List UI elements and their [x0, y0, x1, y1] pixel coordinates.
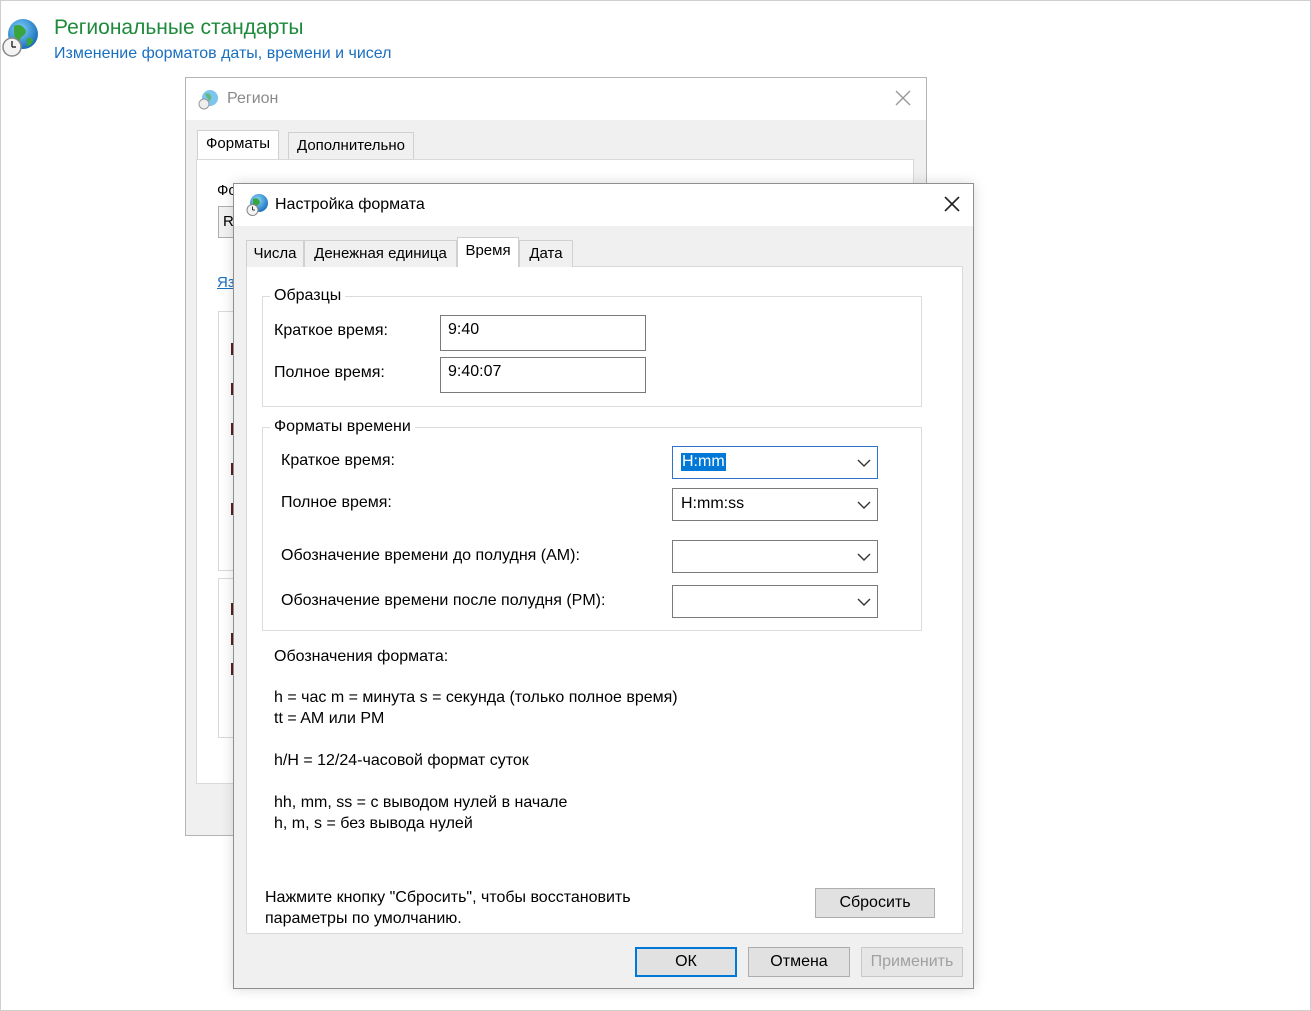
pm-symbol-select[interactable]	[672, 585, 878, 618]
sample-long-time-field: 9:40:07	[440, 357, 646, 393]
tab-numbers[interactable]: Числа	[246, 240, 304, 267]
tab-date[interactable]: Дата	[519, 240, 573, 267]
chevron-down-icon	[857, 501, 871, 509]
long-time-format-label: Полное время:	[281, 494, 392, 511]
long-time-format-select[interactable]: H:mm:ss	[672, 488, 878, 521]
globe-icon	[246, 194, 268, 216]
region-window-title: Регион	[227, 90, 279, 107]
short-time-format-label: Краткое время:	[281, 452, 395, 469]
am-symbol-label: Обозначение времени до полудня (AM):	[281, 547, 580, 564]
reset-button[interactable]: Сбросить	[815, 888, 935, 918]
notation-line: h/H = 12/24-часовой формат суток	[274, 752, 529, 769]
short-time-format-value: H:mm	[681, 453, 726, 471]
notation-line: h = час m = минута s = секунда (только п…	[274, 689, 678, 706]
globe-clock-icon	[2, 19, 38, 57]
short-time-format-select[interactable]: H:mm	[672, 446, 878, 479]
ok-button[interactable]: ОК	[635, 947, 737, 977]
page-subtitle-link[interactable]: Изменение форматов даты, времени и чисел	[54, 45, 391, 63]
notation-heading: Обозначения формата:	[274, 648, 449, 665]
page-title: Региональные стандарты	[54, 16, 304, 39]
dialog-title: Настройка формата	[275, 196, 425, 213]
samples-legend: Образцы	[270, 287, 346, 305]
pm-symbol-label: Обозначение времени после полудня (PM):	[281, 592, 606, 609]
close-icon[interactable]	[941, 193, 963, 215]
reset-hint: Нажмите кнопку "Сбросить", чтобы восстан…	[265, 889, 631, 906]
am-symbol-select[interactable]	[672, 540, 878, 573]
close-icon[interactable]	[892, 87, 914, 109]
tab-currency[interactable]: Денежная единица	[304, 240, 457, 267]
reset-hint: параметры по умолчанию.	[265, 910, 462, 927]
cancel-button[interactable]: Отмена	[748, 947, 850, 977]
sample-short-time-label: Краткое время:	[274, 322, 388, 339]
notation-line: hh, mm, ss = с выводом нулей в начале	[274, 794, 568, 811]
chevron-down-icon	[857, 459, 871, 467]
tab-advanced[interactable]: Дополнительно	[288, 132, 414, 159]
notation-line: h, m, s = без вывода нулей	[274, 815, 473, 832]
sample-long-time-label: Полное время:	[274, 364, 385, 381]
chevron-down-icon	[857, 598, 871, 606]
region-titlebar: Регион	[186, 78, 926, 120]
tab-formats[interactable]: Форматы	[197, 130, 280, 159]
chevron-down-icon	[857, 553, 871, 561]
format-settings-dialog: Настройка формата Числа Денежная единица…	[233, 183, 974, 989]
time-formats-legend: Форматы времени	[270, 418, 415, 436]
apply-button[interactable]: Применить	[861, 947, 963, 977]
tab-time[interactable]: Время	[457, 237, 519, 267]
globe-icon	[198, 90, 218, 110]
notation-line: tt = AM или PM	[274, 710, 385, 727]
sample-short-time-field: 9:40	[440, 315, 646, 351]
dialog-titlebar: Настройка формата	[234, 184, 973, 226]
long-time-format-value: H:mm:ss	[681, 495, 745, 512]
